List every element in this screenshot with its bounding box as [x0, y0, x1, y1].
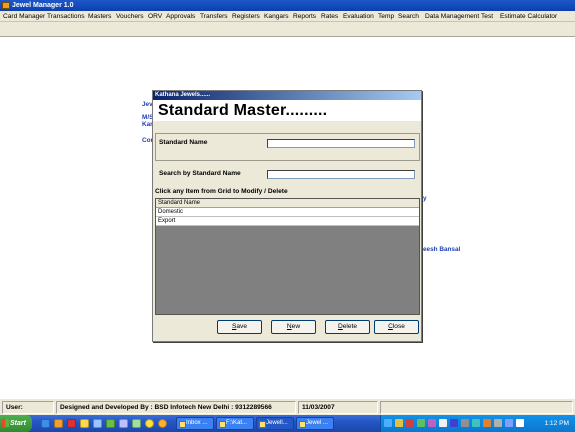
- windows-logo-icon: [2, 419, 9, 427]
- menu-evaluation[interactable]: Evaluation: [343, 11, 374, 22]
- start-button[interactable]: Start: [0, 415, 32, 432]
- status-date: 11/03/2007: [298, 401, 378, 414]
- start-label: Start: [10, 420, 26, 427]
- taskbar: Start Inbox ... F:\Kat... Jewell... Jewe…: [0, 415, 575, 432]
- task-jewell[interactable]: Jewell...: [256, 417, 294, 430]
- volume-icon[interactable]: [439, 419, 447, 427]
- antivirus-icon[interactable]: [406, 419, 414, 427]
- status-credits: Designed and Developed By : BSD Infotech…: [56, 401, 296, 414]
- menu-test[interactable]: Test: [481, 11, 493, 22]
- music-icon[interactable]: [119, 419, 128, 428]
- menu-card-manager[interactable]: Card Manager: [3, 11, 45, 22]
- toolbar-strip: [0, 22, 575, 37]
- update-icon[interactable]: [428, 419, 436, 427]
- standard-name-input[interactable]: [267, 139, 415, 148]
- network-icon[interactable]: [384, 419, 392, 427]
- bluetooth-icon[interactable]: [450, 419, 458, 427]
- new-button-label: ew: [291, 323, 301, 330]
- save-button-label: ave: [236, 323, 248, 330]
- dialog-titlebar[interactable]: Kathana Jewels......: [153, 91, 421, 100]
- bg-text-line6: eesh Bansal: [423, 246, 461, 253]
- menu-reports[interactable]: Reports: [293, 11, 316, 22]
- menu-transactions[interactable]: Transactions: [47, 11, 85, 22]
- task-inbox[interactable]: Inbox ...: [176, 417, 214, 430]
- menu-transfers[interactable]: Transfers: [200, 11, 228, 22]
- shield-icon[interactable]: [395, 419, 403, 427]
- ie-icon[interactable]: [41, 419, 50, 428]
- table-row[interactable]: Domestic: [156, 208, 419, 217]
- printer-icon[interactable]: [461, 419, 469, 427]
- emoticon-icon[interactable]: [158, 419, 167, 428]
- smiley-icon[interactable]: [145, 419, 154, 428]
- messenger-icon[interactable]: [67, 419, 76, 428]
- sync-icon[interactable]: [472, 419, 480, 427]
- task-jewel[interactable]: Jewel ...: [296, 417, 334, 430]
- new-button[interactable]: New: [271, 320, 316, 334]
- menu-search[interactable]: Search: [398, 11, 419, 22]
- security-icon[interactable]: [483, 419, 491, 427]
- tray-misc3-icon[interactable]: [516, 419, 524, 427]
- status-user: User:: [2, 401, 54, 414]
- menu-temp[interactable]: Temp: [378, 11, 394, 22]
- menu-estimate-calculator[interactable]: Estimate Calculator: [500, 11, 557, 22]
- menu-orv[interactable]: ORV: [148, 11, 162, 22]
- app-icon: [2, 2, 10, 9]
- search-icon[interactable]: [106, 419, 115, 428]
- bg-text-line5: y: [423, 195, 427, 202]
- delete-button[interactable]: Delete: [325, 320, 370, 334]
- menu-kangars[interactable]: Kangars: [264, 11, 289, 22]
- status-bar: User: Designed and Developed By : BSD In…: [0, 398, 575, 415]
- menu-vouchers[interactable]: Vouchers: [116, 11, 144, 22]
- close-button[interactable]: Close: [374, 320, 419, 334]
- task-folder-kat[interactable]: F:\Kat...: [216, 417, 254, 430]
- app-titlebar[interactable]: Jewel Manager 1.0: [0, 0, 575, 11]
- msn-icon[interactable]: [417, 419, 425, 427]
- paint-icon[interactable]: [132, 419, 141, 428]
- delete-button-label: elete: [342, 323, 358, 330]
- mail-icon[interactable]: [80, 419, 89, 428]
- tray-misc-icon[interactable]: [494, 419, 502, 427]
- menu-approvals[interactable]: Approvals: [166, 11, 195, 22]
- menu-bar: Card Manager Transactions Masters Vouche…: [0, 11, 575, 22]
- close-button-label: lose: [392, 323, 405, 330]
- folder-icon[interactable]: [93, 419, 102, 428]
- menu-rates[interactable]: Rates: [321, 11, 338, 22]
- tray-misc2-icon[interactable]: [505, 419, 513, 427]
- clock[interactable]: 1:12 PM: [544, 415, 569, 432]
- table-row[interactable]: Export: [156, 217, 419, 226]
- system-tray: 1:12 PM: [380, 415, 575, 432]
- menu-data-management[interactable]: Data Management: [425, 11, 479, 22]
- grid-instruction: Click any Item from Grid to Modify / Del…: [155, 188, 288, 195]
- status-empty: [380, 401, 573, 414]
- search-label: Search by Standard Name: [159, 170, 241, 177]
- grid-header-standard-name[interactable]: Standard Name: [156, 199, 419, 208]
- dialog-heading: Standard Master.........: [153, 100, 421, 121]
- search-input[interactable]: [267, 170, 415, 179]
- standards-grid[interactable]: Standard Name Domestic Export: [155, 198, 420, 315]
- standard-name-label: Standard Name: [159, 139, 208, 146]
- standard-master-dialog: Kathana Jewels...... Standard Master....…: [152, 90, 422, 342]
- media-icon[interactable]: [54, 419, 63, 428]
- app-title: Jewel Manager 1.0: [12, 2, 74, 9]
- menu-masters[interactable]: Masters: [88, 11, 111, 22]
- save-button[interactable]: Save: [217, 320, 262, 334]
- menu-registers[interactable]: Registers: [232, 11, 260, 22]
